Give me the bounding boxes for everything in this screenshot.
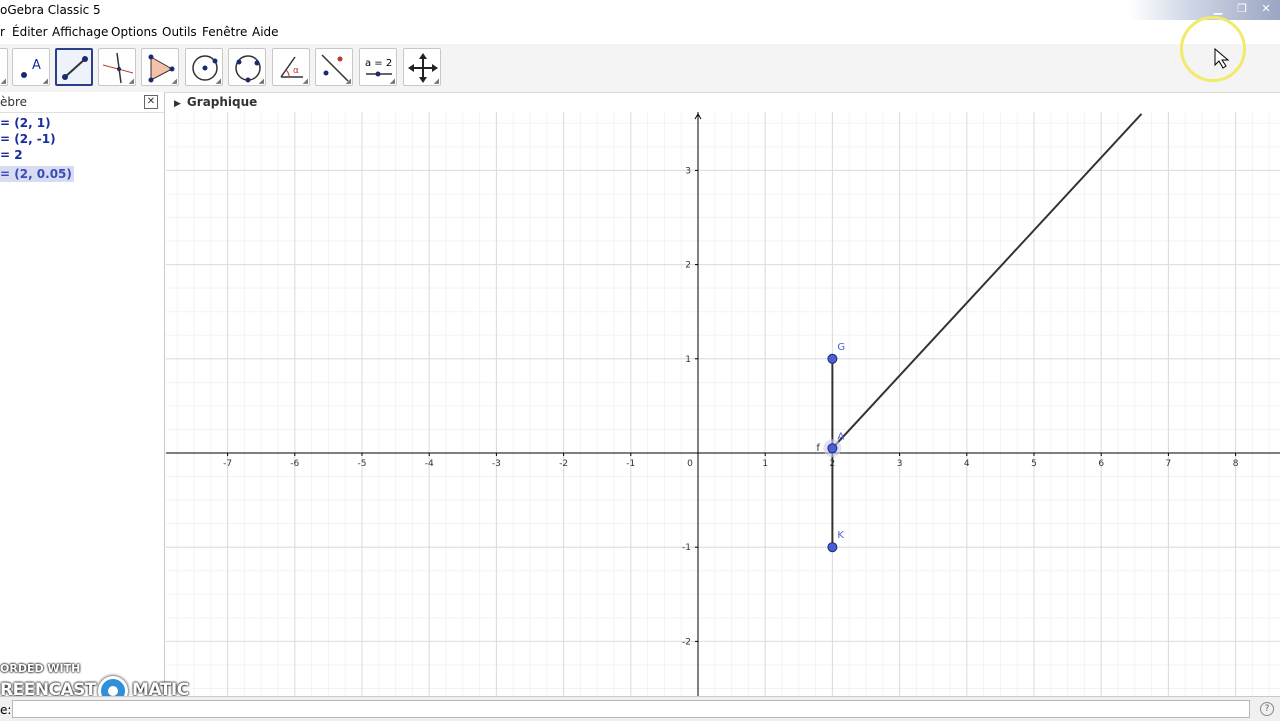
tool-dropdown-icon: ◢ [0, 77, 6, 85]
x-tick-label: 1 [762, 459, 768, 469]
tool-slider-label: a = 2 [365, 58, 392, 69]
cursor-highlight [1180, 16, 1246, 82]
algebra-title: èbre [0, 95, 28, 109]
tool-perpendicular[interactable]: ◢ [98, 48, 136, 86]
x-tick-label: -4 [425, 459, 434, 469]
tool-angle-label: α [293, 66, 299, 76]
x-tick-label: 5 [1031, 459, 1037, 469]
x-tick-label: 0 [687, 459, 693, 469]
menu-options[interactable]: Options [111, 25, 157, 39]
x-tick-label: 7 [1166, 459, 1172, 469]
x-tick-label: 3 [897, 459, 903, 469]
x-tick-label: 6 [1098, 459, 1104, 469]
x-tick-label: -5 [358, 459, 367, 469]
graphics-header[interactable]: ▶ Graphique [166, 93, 1280, 112]
input-label: e: [0, 703, 12, 717]
watermark-line1: ORDED WITH [0, 662, 81, 675]
ray-line [831, 113, 1143, 449]
algebra-item-a[interactable]: = (2, 0.05) [0, 166, 74, 182]
input-field[interactable] [12, 700, 1250, 718]
tool-circle-three-points[interactable]: ◢ [228, 48, 266, 86]
tool-line[interactable] [55, 48, 93, 86]
y-tick-label: 1 [685, 355, 691, 365]
close-window-icon[interactable]: ✕ [1256, 2, 1276, 16]
menu-fichier[interactable]: r [0, 25, 5, 39]
algebra-item-g[interactable]: = (2, 1) [0, 115, 164, 131]
minimize-icon[interactable]: ▁ [1208, 2, 1228, 16]
x-tick-label: -1 [626, 459, 635, 469]
point-label-a: A [837, 431, 844, 442]
tool-point[interactable]: A ◢ [12, 48, 50, 86]
y-tick-label: -1 [682, 543, 691, 553]
algebra-header: èbre ✕ [0, 92, 164, 113]
tool-slider[interactable]: a = 2 ◢ [359, 48, 397, 86]
x-tick-label: -2 [559, 459, 568, 469]
tool-polygon[interactable]: ◢ [141, 48, 179, 86]
toolbar: ◢ A ◢ ◢ ◢ ◢ ◢ α ◢ ◢ a = 2 ◢ ◢ [0, 44, 1280, 111]
tool-move-graphics[interactable]: ◢ [403, 48, 441, 86]
tool-move[interactable]: ◢ [0, 48, 8, 86]
menu-bar: r Éditer Affichage Options Outils Fenêtr… [0, 22, 1280, 42]
menu-affichage[interactable]: Affichage [52, 25, 108, 39]
menu-outils[interactable]: Outils [162, 25, 197, 39]
point-label-k: K [837, 530, 844, 541]
tool-point-label: A [32, 58, 41, 73]
x-tick-label: 8 [1233, 459, 1239, 469]
x-tick-label: 4 [964, 459, 970, 469]
x-tick-label: -6 [290, 459, 299, 469]
graphics-view[interactable]: -7-6-5-4-3-2-1012345678-2-1123fGKA [166, 112, 1280, 696]
tool-angle[interactable]: α ◢ [272, 48, 310, 86]
maximize-icon[interactable]: ❐ [1232, 2, 1252, 16]
line-tool-icon [62, 56, 88, 80]
segment-f-label: f [816, 443, 820, 454]
close-algebra-icon[interactable]: ✕ [144, 95, 158, 109]
y-tick-label: 2 [685, 261, 691, 271]
algebra-view: èbre ✕ = (2, 1) = (2, -1) = 2 = (2, 0.05… [0, 92, 165, 696]
window-title: oGebra Classic 5 [0, 3, 101, 17]
y-tick-label: -2 [682, 637, 691, 647]
graphics-title: Graphique [186, 95, 258, 109]
algebra-item-f[interactable]: = 2 [0, 147, 164, 163]
point-g [827, 353, 838, 364]
title-bar: oGebra Classic 5 ▁ ❐ ✕ [0, 0, 1280, 20]
point-k [827, 542, 838, 553]
window-controls: ▁ ❐ ✕ [1208, 2, 1276, 16]
menu-fenetre[interactable]: Fenêtre [202, 25, 247, 39]
input-bar: e: ? [0, 696, 1280, 721]
menu-editer[interactable]: Éditer [12, 25, 48, 39]
tool-circle[interactable]: ◢ [185, 48, 223, 86]
x-tick-label: -3 [492, 459, 501, 469]
y-tick-label: 3 [685, 166, 691, 176]
help-icon[interactable]: ? [1260, 702, 1274, 716]
tool-reflect[interactable]: ◢ [315, 48, 353, 86]
menu-aide[interactable]: Aide [252, 25, 279, 39]
point-a [827, 443, 838, 454]
x-tick-label: -7 [223, 459, 232, 469]
algebra-item-k[interactable]: = (2, -1) [0, 131, 164, 147]
point-label-g: G [837, 342, 845, 353]
mouse-cursor-icon [1214, 47, 1230, 69]
